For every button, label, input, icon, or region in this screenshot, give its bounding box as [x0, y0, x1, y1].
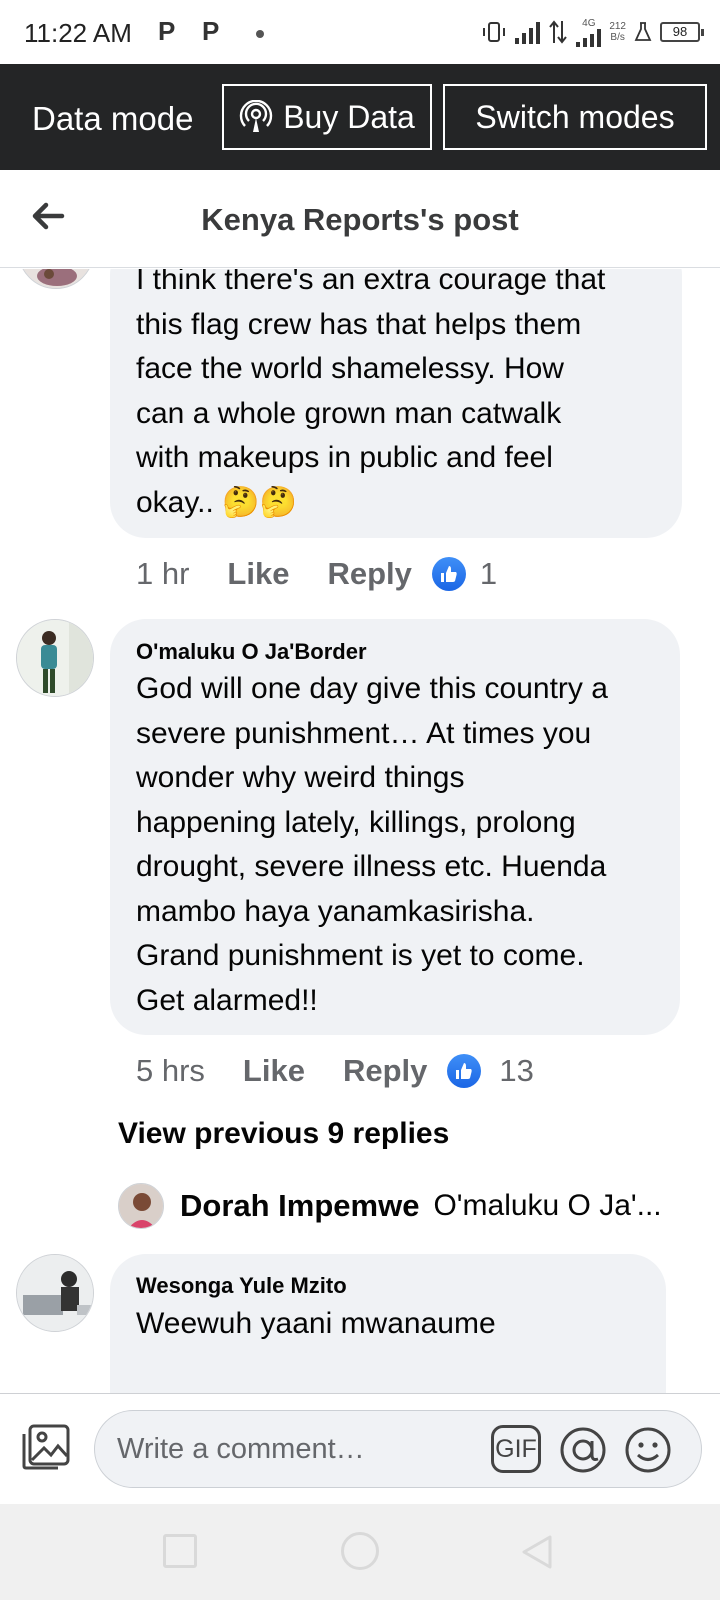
switch-modes-button[interactable]: Switch modes	[443, 84, 707, 150]
comment-actions: 1 hr Like Reply 1	[136, 553, 497, 595]
thinking-emoji: 🤔	[222, 485, 260, 519]
mention-icon[interactable]	[557, 1425, 609, 1475]
comment-author[interactable]: O'maluku O Ja'Border	[136, 639, 367, 665]
comment-author[interactable]: Wesonga Yule Mzito	[136, 1273, 347, 1299]
back-triangle-icon[interactable]	[520, 1534, 554, 1570]
avatar-image	[119, 1184, 163, 1228]
network-speed: 212 B/s	[609, 21, 626, 43]
vibrate-icon	[483, 22, 506, 42]
like-reaction-icon[interactable]	[447, 1054, 482, 1088]
reply-author[interactable]: Dorah Impemwe	[180, 1188, 419, 1224]
comment-input[interactable]	[117, 1411, 477, 1487]
post-header: Kenya Reports's post	[0, 170, 720, 268]
system-nav-bar	[0, 1504, 720, 1600]
comment-composer: GIF	[0, 1393, 720, 1504]
reaction-count[interactable]: 1	[480, 556, 497, 592]
reaction-count[interactable]: 13	[499, 1053, 533, 1089]
signal-strength-icon-2	[576, 28, 602, 47]
data-mode-bar: Data mode Buy Data Switch modes	[0, 64, 720, 170]
buy-data-label: Buy Data	[283, 98, 415, 135]
notification-p-icon: P	[158, 16, 176, 46]
view-previous-replies-link[interactable]: View previous 9 replies	[118, 1117, 449, 1151]
data-transfer-icon	[549, 20, 568, 44]
avatar[interactable]	[18, 269, 94, 289]
like-button[interactable]: Like	[243, 1053, 305, 1089]
comment-text: God will one day give this country a sev…	[136, 672, 608, 1017]
comment-input-wrapper[interactable]: GIF	[94, 1410, 702, 1488]
avatar[interactable]	[16, 1254, 94, 1332]
network-4g: 4G	[576, 18, 602, 47]
status-indicators: 4G 212 B/s 98	[481, 14, 704, 50]
comments-list[interactable]: I think there's an extra courage that th…	[0, 269, 720, 1393]
comment-actions: 5 hrs Like Reply 13	[136, 1050, 534, 1092]
reply-preview-text: O'maluku O Ja'...	[433, 1189, 662, 1222]
avatar-image	[17, 620, 93, 696]
recents-button[interactable]	[163, 1534, 197, 1568]
notification-p-icon: P	[202, 16, 220, 46]
broadcast-icon	[240, 100, 273, 132]
comment-time: 1 hr	[136, 556, 190, 591]
gif-button[interactable]: GIF	[491, 1425, 541, 1473]
gif-label: GIF	[495, 1434, 537, 1463]
comment-text: I think there's an extra courage that th…	[136, 269, 606, 519]
avatar[interactable]	[16, 619, 94, 697]
switch-modes-label: Switch modes	[475, 98, 675, 135]
comment-text: Weewuh yaani mwanaume	[136, 1307, 496, 1340]
reply-button[interactable]: Reply	[343, 1053, 427, 1089]
more-notifications-dot	[256, 30, 264, 38]
like-reaction-icon[interactable]	[431, 557, 466, 591]
signal-strength-icon	[515, 20, 541, 44]
emoji-icon[interactable]	[623, 1425, 673, 1475]
avatar-image	[17, 1255, 93, 1331]
avatar-image	[19, 269, 93, 288]
latest-reply[interactable]: Dorah Impemwe O'maluku O Ja'...	[118, 1181, 708, 1231]
comment-time: 5 hrs	[136, 1053, 205, 1088]
flask-icon	[634, 22, 652, 41]
photo-icon[interactable]	[20, 1422, 72, 1472]
status-time: 11:22 AM	[24, 18, 132, 48]
buy-data-button[interactable]: Buy Data	[222, 84, 432, 150]
thinking-emoji: 🤔	[259, 485, 297, 519]
reply-button[interactable]: Reply	[327, 556, 411, 592]
data-mode-label: Data mode	[32, 100, 194, 137]
status-bar: 11:22 AM P P 4G 212 B/s 98	[0, 0, 720, 64]
avatar[interactable]	[118, 1183, 164, 1229]
home-button[interactable]	[341, 1532, 379, 1570]
like-button[interactable]: Like	[227, 556, 289, 592]
page-title: Kenya Reports's post	[201, 202, 519, 237]
battery-icon: 98	[660, 22, 704, 42]
